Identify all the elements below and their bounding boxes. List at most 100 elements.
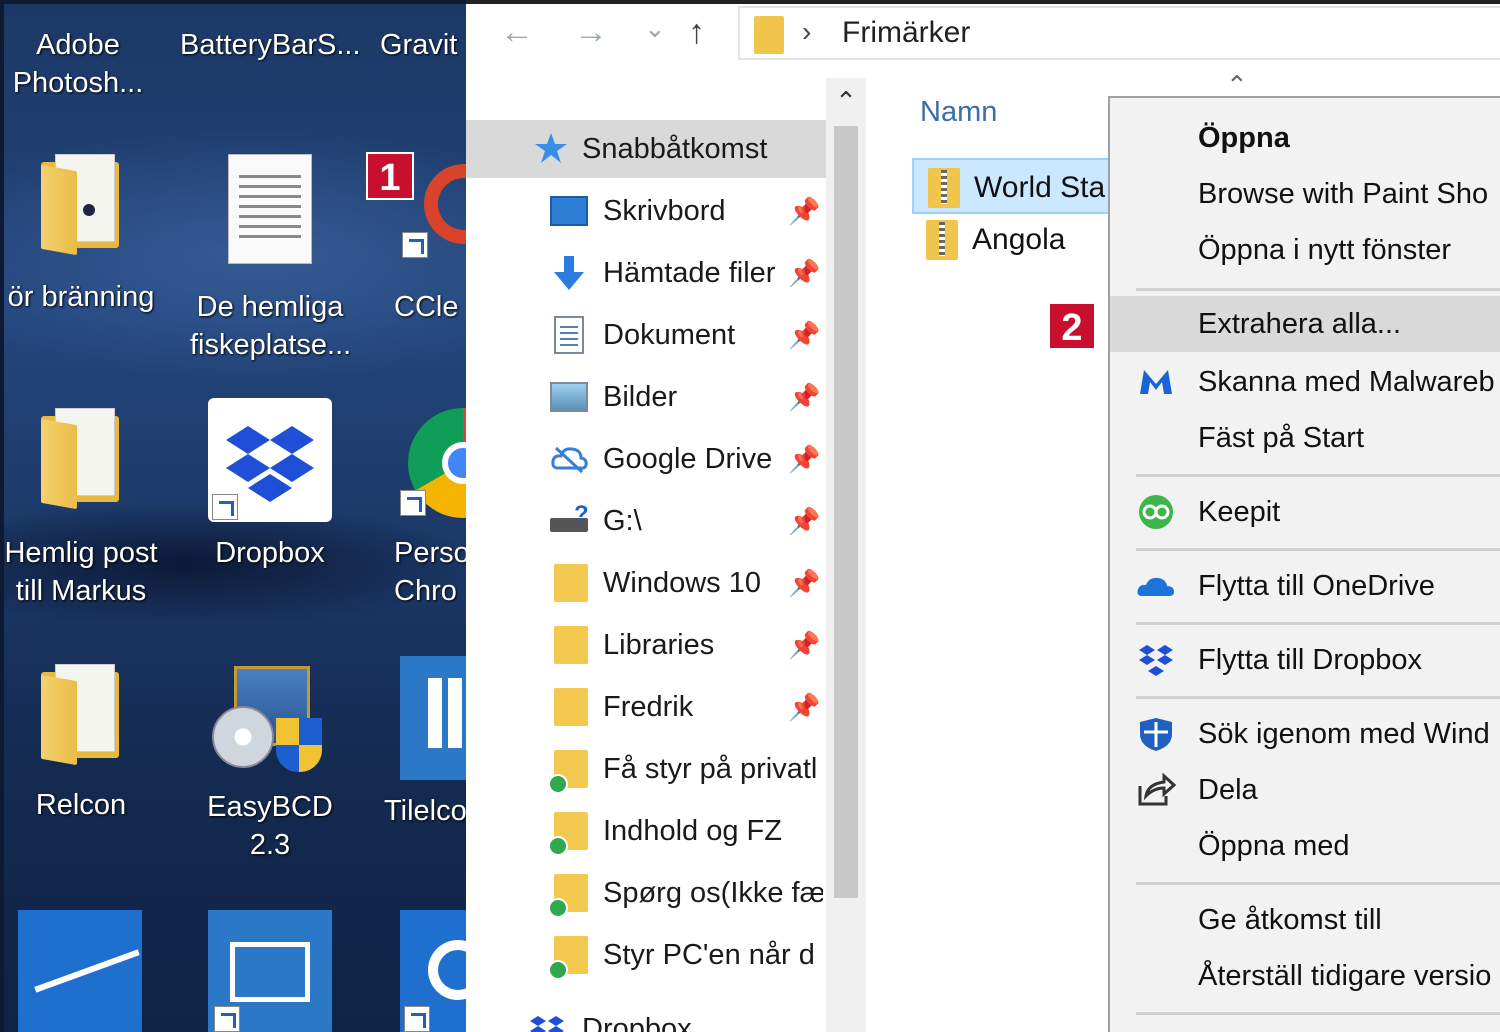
file-row[interactable]: Angola [912, 212, 1112, 268]
nav-item-bilder[interactable]: Bilder 📌 [466, 368, 826, 426]
folder-icon [41, 408, 121, 510]
menu-item-dropbox[interactable]: Flytta till Dropbox [1110, 632, 1500, 688]
path-segment[interactable]: Frimärker [842, 16, 970, 50]
menu-item-pin-start[interactable]: Fäst på Start [1110, 410, 1500, 466]
nav-item-indhold[interactable]: Indhold og FZ [466, 802, 826, 860]
nav-item-quick-access[interactable]: Snabbåtkomst [466, 120, 826, 178]
menu-item-label: Flytta till OneDrive [1198, 570, 1435, 602]
menu-item-label: Ge åtkomst till [1198, 904, 1382, 936]
nav-item-hamtade-filer[interactable]: Hämtade filer 📌 [466, 244, 826, 302]
desktop-icon-label: BatteryBarS... [180, 29, 361, 61]
up-arrow-icon[interactable]: ↑ [688, 10, 705, 54]
desktop-icon-label: Gravit [380, 29, 458, 61]
document-icon [228, 154, 312, 264]
desktop-icon-app[interactable] [18, 910, 142, 1032]
nav-item-sporg-os[interactable]: Spørg os(Ikke fæ [466, 864, 826, 922]
address-bar: ← → ⌄ ↑ › Frimärker [466, 4, 1500, 64]
nav-item-fredrik[interactable]: Fredrik 📌 [466, 678, 826, 736]
menu-item-open[interactable]: Öppna [1110, 110, 1500, 166]
menu-item-open-new-window[interactable]: Öppna i nytt fönster [1110, 222, 1500, 278]
nav-item-google-drive[interactable]: Google Drive 📌 [466, 430, 826, 488]
desktop-icon-dropbox[interactable]: Dropbox [190, 398, 350, 572]
nav-item-styr-pc[interactable]: Styr PC'en når d [466, 926, 826, 984]
desktop-icon-easybcd[interactable]: EasyBCD 2.3 [190, 656, 350, 864]
navigation-pane: Snabbåtkomst Skrivbord 📌 Hämtade filer 📌… [466, 78, 866, 1032]
malwarebytes-icon [1140, 370, 1172, 394]
tile-icon [400, 656, 466, 780]
forward-arrow-icon[interactable]: → [574, 10, 608, 54]
menu-item-share[interactable]: Dela [1110, 762, 1500, 818]
desktop-icon-label: Photosh... [12, 67, 144, 99]
pin-icon[interactable]: 📌 [788, 306, 820, 364]
nav-scrollbar[interactable]: ⌃ [826, 78, 866, 1032]
menu-item-label: Öppna [1198, 122, 1290, 154]
desktop-icon-chrome[interactable]: Perso Chro [394, 398, 466, 610]
nav-item-dokument[interactable]: Dokument 📌 [466, 306, 826, 364]
menu-item-label: Extrahera alla... [1198, 308, 1402, 340]
nav-item-g-drive[interactable]: ? G:\ 📌 [466, 492, 826, 550]
document-icon [554, 316, 584, 354]
desktop-icon-label: Hemlig post [4, 537, 158, 569]
mail-icon[interactable] [208, 910, 332, 1032]
download-arrow-icon [554, 256, 584, 290]
menu-separator [1136, 548, 1500, 551]
desktop-icon-tileicon[interactable]: Tilelco [384, 656, 466, 830]
menu-item-malwarebytes[interactable]: Skanna med Malwareb [1110, 354, 1500, 410]
pin-icon[interactable]: 📌 [788, 616, 820, 674]
desktop-icon-label: till Markus [15, 575, 147, 607]
back-arrow-icon[interactable]: ← [500, 10, 534, 54]
pictures-icon [550, 382, 588, 412]
nav-item-fa-styr[interactable]: Få styr på privatl [466, 740, 826, 798]
file-row[interactable]: World Sta [912, 158, 1112, 214]
scroll-up-icon[interactable]: ⌃ [826, 78, 866, 124]
menu-item-label: Återställ tidigare versio [1198, 960, 1492, 992]
zip-folder-icon [926, 220, 958, 260]
desktop-icon-relcon[interactable]: Relcon [4, 664, 166, 824]
pin-icon[interactable]: 📌 [788, 182, 820, 240]
desktop-icon-batterybar[interactable]: BatteryBarS... [180, 26, 370, 64]
desktop-icon-label: Tilelco [384, 795, 466, 827]
file-name: World Sta [974, 171, 1106, 204]
edge-icon[interactable] [400, 910, 466, 1032]
menu-separator [1136, 288, 1500, 291]
menu-item-label: Öppna med [1198, 830, 1350, 862]
desktop-icon-hemlig-post[interactable]: Hemlig post till Markus [4, 408, 166, 610]
desktop-icon-photoshop[interactable]: Adobe Photosh... [4, 26, 158, 102]
pin-icon[interactable]: 📌 [788, 492, 820, 550]
pin-icon[interactable]: 📌 [788, 554, 820, 612]
menu-item-restore-versions[interactable]: Återställ tidigare versio [1110, 948, 1500, 1004]
address-path-box[interactable]: › Frimärker [738, 6, 1500, 60]
pin-icon[interactable]: 📌 [788, 678, 820, 736]
menu-item-keepit[interactable]: Keepit [1110, 484, 1500, 540]
nav-item-libraries[interactable]: Libraries 📌 [466, 616, 826, 674]
desktop-icon-label: Relcon [35, 789, 127, 821]
menu-item-onedrive[interactable]: Flytta till OneDrive [1110, 558, 1500, 614]
pin-icon[interactable]: 📌 [788, 430, 820, 488]
menu-item-give-access[interactable]: Ge åtkomst till [1110, 892, 1500, 948]
menu-item-paint-shop[interactable]: Browse with Paint Sho [1110, 166, 1500, 222]
keepit-icon [1139, 495, 1173, 529]
recent-locations-chevron-icon[interactable]: ⌄ [644, 6, 666, 50]
menu-item-extract-all[interactable]: Extrahera alla... [1110, 296, 1500, 352]
desktop-icon-document[interactable]: De hemliga fiskeplatse... [190, 154, 351, 364]
desktop-icon-folder-branning[interactable]: ör bränning [4, 154, 166, 316]
dropbox-icon [208, 398, 332, 522]
desktop-icon-label: Adobe [36, 29, 120, 61]
pin-icon[interactable]: 📌 [788, 368, 820, 426]
menu-separator [1136, 1012, 1500, 1015]
nav-item-skrivbord[interactable]: Skrivbord 📌 [466, 182, 826, 240]
onedrive-cloud-icon [1137, 577, 1174, 596]
menu-item-open-with[interactable]: Öppna med [1110, 818, 1500, 874]
nav-item-dropbox[interactable]: Dropbox [466, 1000, 826, 1032]
folder-icon [41, 154, 121, 256]
desktop-icon-gravit[interactable]: Gravit [380, 26, 466, 64]
menu-item-label: Skanna med Malwareb [1198, 366, 1495, 398]
zip-folder-icon [928, 168, 960, 208]
nav-item-windows-10[interactable]: Windows 10 📌 [466, 554, 826, 612]
pin-icon[interactable]: 📌 [788, 244, 820, 302]
menu-item-label: Sök igenom med Wind [1198, 718, 1490, 750]
column-header-name[interactable]: Namn [920, 96, 997, 129]
star-icon [535, 133, 567, 163]
menu-item-windows-defender[interactable]: Sök igenom med Wind [1110, 706, 1500, 762]
scrollbar-thumb[interactable] [834, 126, 858, 898]
